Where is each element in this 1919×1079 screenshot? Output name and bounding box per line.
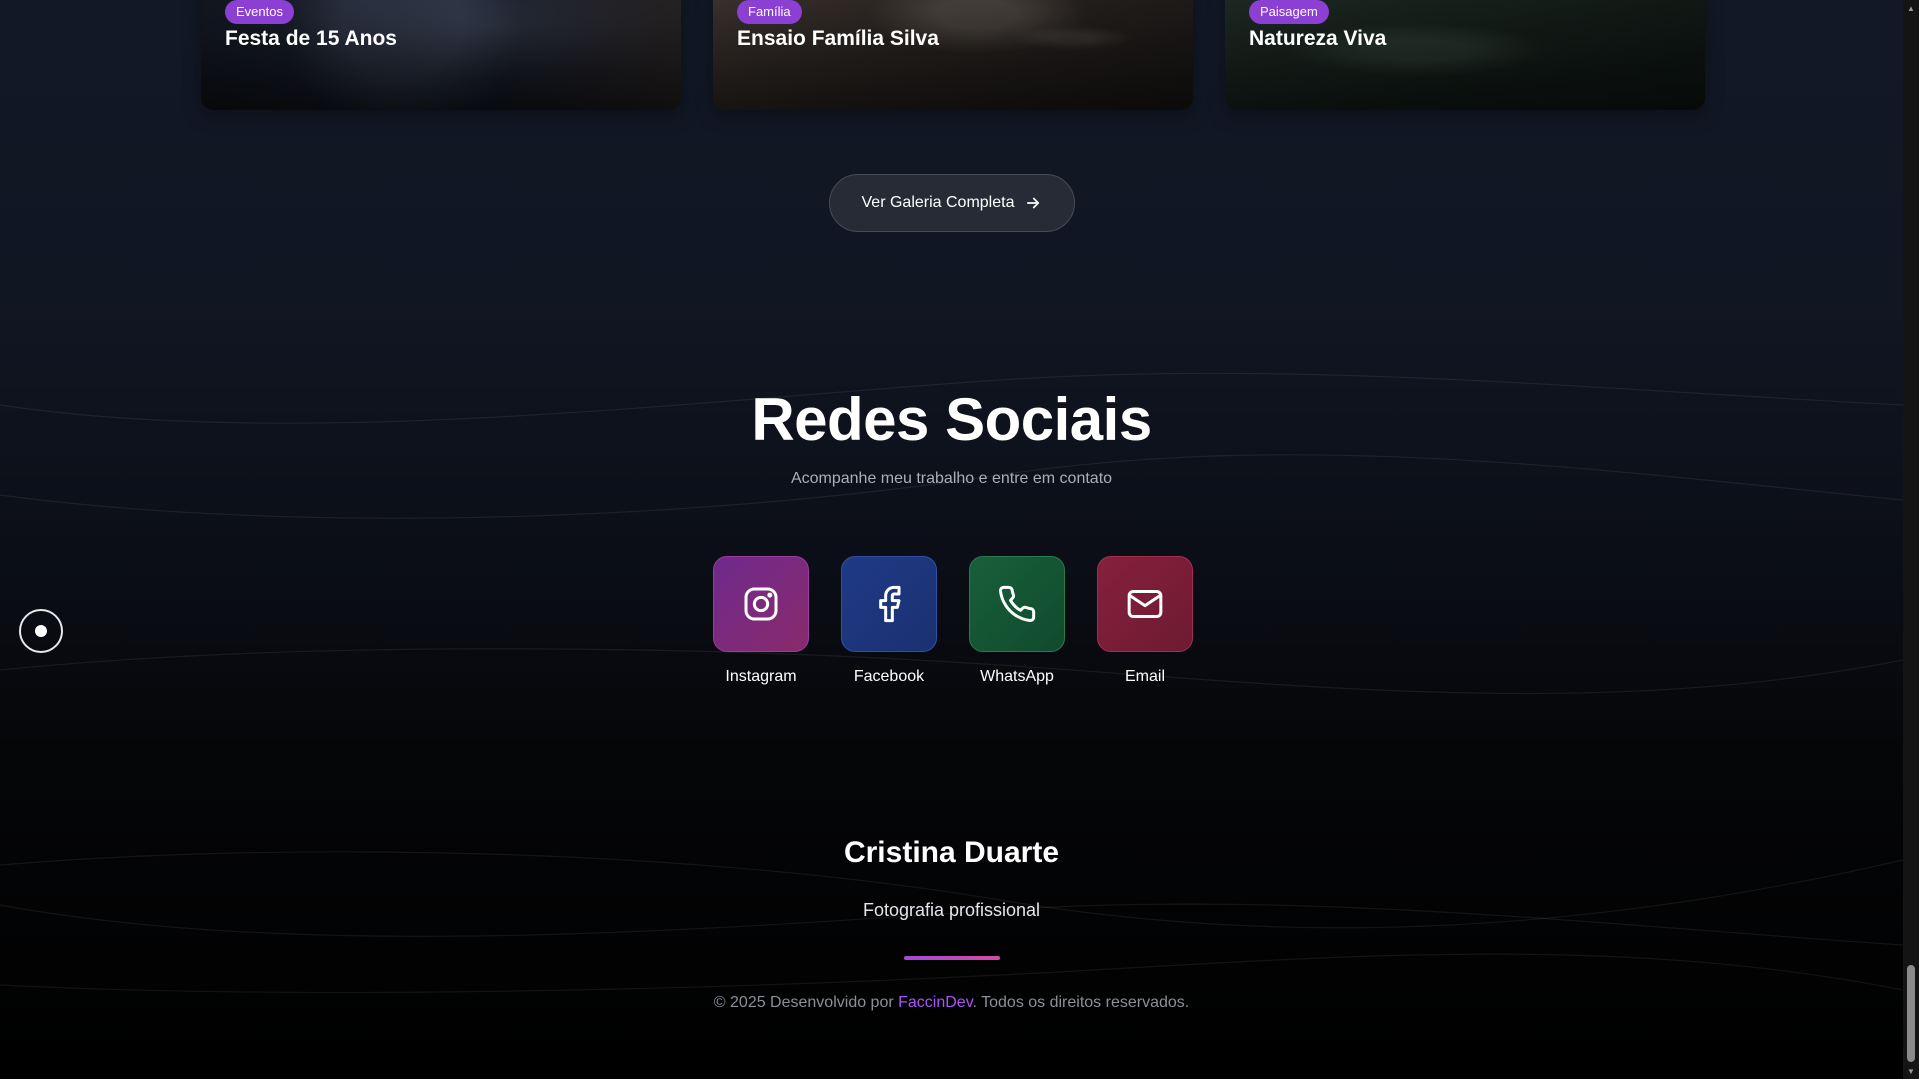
facebook-icon [879,585,901,623]
footer-name: Cristina Duarte [843,836,1060,869]
record-dot-icon [35,625,47,637]
copyright-prefix: © 2025 Desenvolvido por [713,994,899,1011]
whatsapp-button[interactable] [969,556,1065,652]
email-button[interactable] [1097,556,1193,652]
social-whatsapp[interactable]: WhatsApp [969,556,1065,686]
footer-tagline: Fotografia profissional [862,900,1041,920]
gallery-button-label: Ver Galeria Completa [861,194,1015,211]
card-title: Festa de 15 Anos [225,27,397,50]
page-scrollbar[interactable]: ▲ ▼ [1903,0,1919,1079]
scrollbar-thumb[interactable] [1907,965,1915,1062]
social-label: WhatsApp [980,668,1054,685]
arrow-right-icon [1027,197,1040,209]
instagram-icon [744,587,778,621]
developer-link[interactable]: FaccinDev [898,994,972,1011]
category-badge: Paisagem [1249,0,1329,24]
social-label: Email [1124,668,1165,685]
page-content: Eventos Festa de 15 Anos Família Ensaio … [0,0,1903,1079]
footer-divider [904,956,1000,960]
social-facebook[interactable]: Facebook [841,556,937,686]
social-instagram[interactable]: Instagram [713,556,809,686]
section-title: Redes Sociais [751,386,1152,453]
phone-icon [999,585,1036,622]
gallery-card-natureza[interactable]: Paisagem Natureza Viva [1225,0,1705,110]
gallery-card-festa[interactable]: Eventos Festa de 15 Anos [201,0,681,110]
instagram-button[interactable] [713,556,809,652]
social-label: Facebook [853,668,925,685]
card-title: Ensaio Família Silva [737,27,939,50]
copyright-text: © 2025 Desenvolvido por FaccinDev. Todos… [0,994,1903,1012]
section-subtitle: Acompanhe meu trabalho e entre em contat… [790,470,1113,487]
social-label: Instagram [725,668,797,685]
card-title: Natureza Viva [1249,27,1387,50]
social-email[interactable]: Email [1097,556,1193,686]
view-full-gallery-button[interactable]: Ver Galeria Completa [829,174,1075,232]
scroll-down-icon[interactable]: ▼ [1903,1063,1919,1079]
scroll-up-icon[interactable]: ▲ [1903,0,1919,16]
facebook-button[interactable] [841,556,937,652]
category-badge: Família [737,0,802,24]
category-badge: Eventos [225,0,294,24]
copyright-suffix: . Todos os direitos reservados. [972,994,1190,1011]
mail-icon [1127,590,1163,618]
gallery-card-familia[interactable]: Família Ensaio Família Silva [713,0,1193,110]
accessibility-toggle-button[interactable] [19,609,63,653]
